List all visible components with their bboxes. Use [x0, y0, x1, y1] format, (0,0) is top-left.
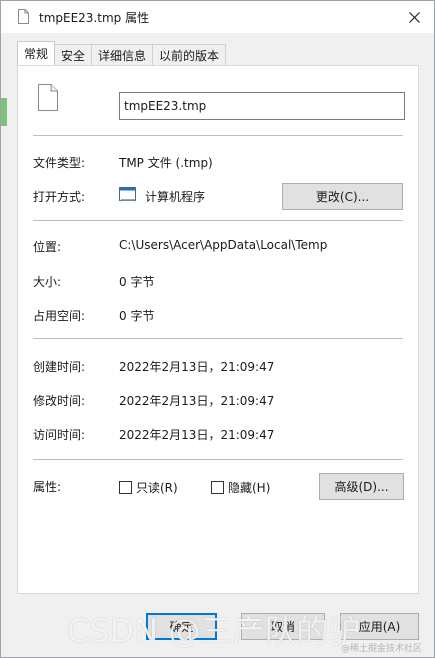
separator — [33, 135, 403, 136]
file-name-input[interactable] — [119, 92, 405, 120]
tab-label: 常规 — [24, 47, 49, 61]
file-large-icon — [38, 84, 58, 111]
file-icon — [18, 9, 29, 24]
accessed-label: 访问时间: — [33, 428, 86, 442]
close-icon — [408, 11, 420, 23]
general-panel: 文件类型: TMP 文件 (.tmp) 打开方式: 计算机程序 更改(C)...… — [17, 65, 419, 594]
readonly-label: 只读(R) — [136, 481, 178, 495]
checkbox-box[interactable] — [119, 481, 132, 494]
apply-button-label: 应用(A) — [358, 620, 401, 634]
accessed-value: 2022年2月13日，21:09:47 — [119, 428, 275, 442]
size-label: 大小: — [33, 275, 62, 289]
tab-details[interactable]: 详细信息 — [91, 44, 154, 65]
properties-window: tmpEE23.tmp 属性 常规 安全 详细信息 以前的版本 文件类型: TM… — [0, 0, 435, 658]
tab-previous-versions[interactable]: 以前的版本 — [152, 44, 227, 65]
change-button[interactable]: 更改(C)... — [282, 183, 403, 210]
separator — [33, 459, 403, 460]
checkbox-box[interactable] — [211, 481, 224, 494]
hidden-label: 隐藏(H) — [228, 481, 271, 495]
modified-value: 2022年2月13日，21:09:47 — [119, 394, 275, 408]
tab-general[interactable]: 常规 — [17, 41, 56, 65]
size-value: 0 字节 — [119, 275, 155, 289]
created-value: 2022年2月13日，21:09:47 — [119, 360, 275, 374]
window-title: tmpEE23.tmp 属性 — [39, 11, 150, 25]
file-type-label: 文件类型: — [33, 156, 86, 170]
program-icon — [119, 187, 136, 201]
location-value: C:\Users\Acer\AppData\Local\Temp — [119, 238, 328, 252]
tab-label: 详细信息 — [98, 48, 147, 63]
advanced-button-label: 高级(D)... — [334, 480, 389, 494]
location-label: 位置: — [33, 240, 62, 254]
separator — [33, 338, 403, 339]
open-with-label: 打开方式: — [33, 190, 86, 204]
apply-button[interactable]: 应用(A) — [340, 613, 419, 640]
modified-label: 修改时间: — [33, 394, 86, 408]
size-on-disk-label: 占用空间: — [33, 309, 86, 323]
size-on-disk-value: 0 字节 — [119, 309, 155, 323]
hidden-checkbox[interactable]: 隐藏(H) — [211, 479, 270, 496]
cancel-button[interactable]: 取消 — [241, 613, 325, 640]
readonly-checkbox[interactable]: 只读(R) — [119, 479, 178, 496]
ok-button-label: 确定 — [169, 620, 194, 634]
background-window-edge — [1, 98, 7, 126]
close-button[interactable] — [404, 7, 424, 27]
attributes-label: 属性: — [33, 480, 62, 494]
created-label: 创建时间: — [33, 360, 86, 374]
open-with-value: 计算机程序 — [145, 190, 206, 204]
tab-strip: 常规 安全 详细信息 以前的版本 — [17, 41, 227, 65]
title-bar: tmpEE23.tmp 属性 — [1, 1, 434, 33]
tab-label: 安全 — [61, 48, 86, 63]
advanced-button[interactable]: 高级(D)... — [319, 473, 404, 500]
cancel-button-label: 取消 — [270, 620, 295, 634]
change-button-label: 更改(C)... — [315, 190, 370, 204]
tab-label: 以前的版本 — [159, 48, 220, 63]
ok-button[interactable]: 确定 — [146, 613, 217, 640]
separator — [33, 220, 403, 221]
tab-security[interactable]: 安全 — [54, 44, 93, 65]
watermark-sub: @稀土掘金技术社区 — [340, 644, 422, 654]
file-type-value: TMP 文件 (.tmp) — [119, 156, 213, 170]
